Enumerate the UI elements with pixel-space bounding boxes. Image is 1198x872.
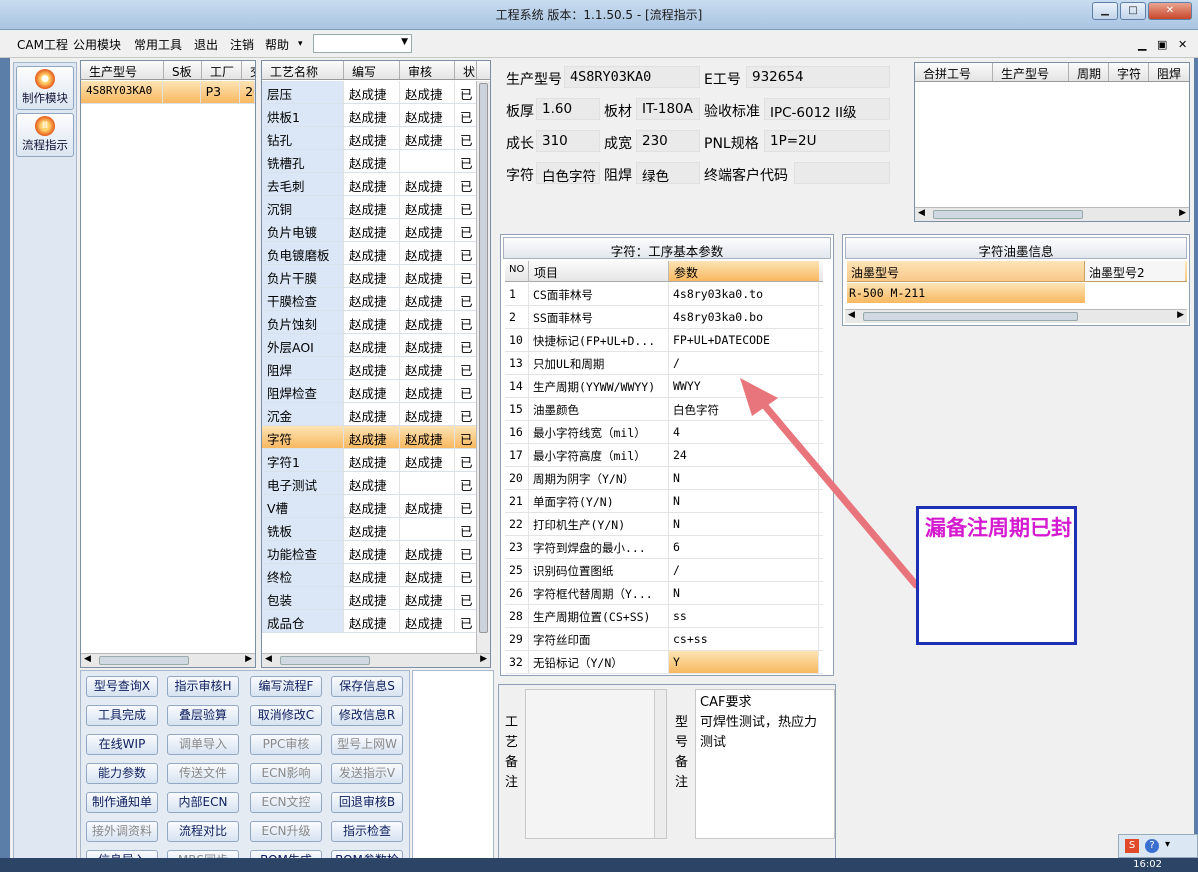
annotation-arrow (740, 378, 920, 589)
system-tray: S ? ▾ (1118, 834, 1198, 858)
clock: 16:02 (1133, 859, 1162, 870)
arrow-shaft (756, 396, 920, 589)
sogou-icon[interactable]: S (1125, 839, 1139, 853)
keyboard-icon[interactable]: ▾ (1165, 839, 1170, 850)
annotation-text: 漏备注周期已封 (925, 516, 1072, 540)
help-icon[interactable]: ? (1145, 839, 1159, 853)
annotation-box: 漏备注周期已封 (916, 506, 1077, 645)
taskbar: 16:02 (0, 858, 1198, 872)
